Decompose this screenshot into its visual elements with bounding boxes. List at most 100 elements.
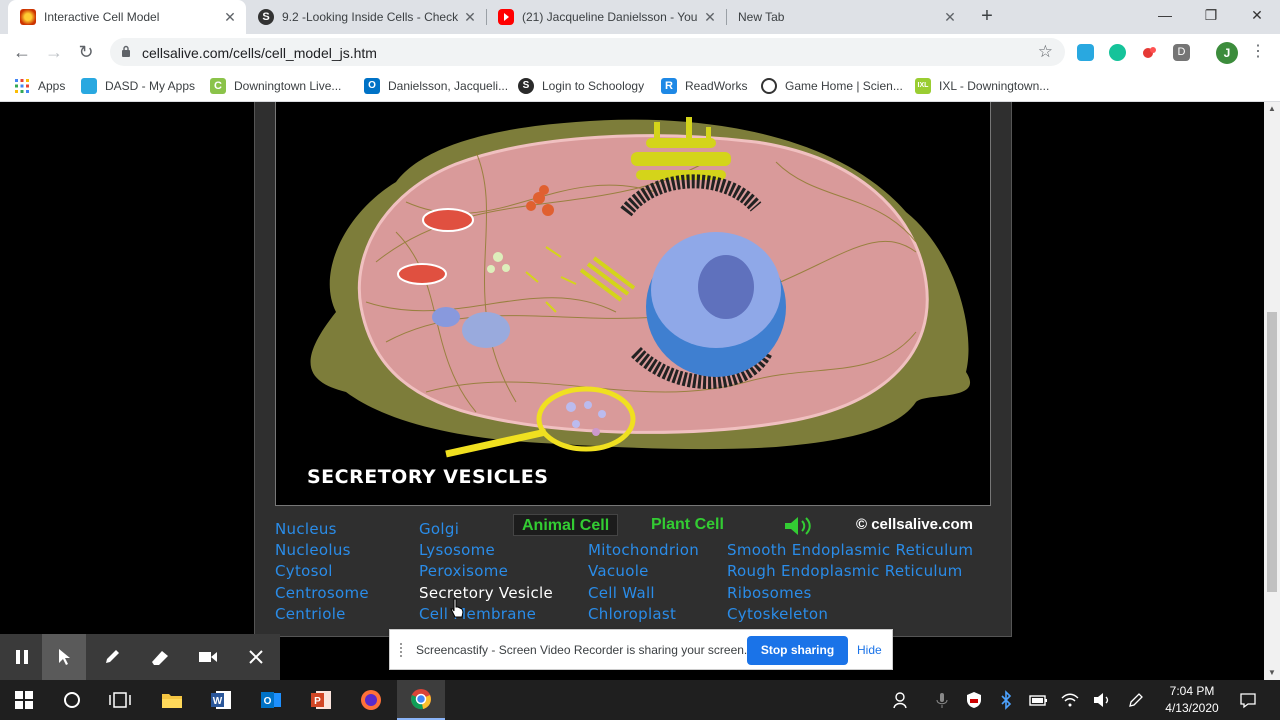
- new-tab-button[interactable]: +: [976, 5, 998, 27]
- tab-new-tab[interactable]: New Tab ✕: [726, 0, 966, 34]
- close-tab-icon[interactable]: ✕: [462, 9, 478, 26]
- pen-workspace-icon[interactable]: [1126, 690, 1146, 710]
- close-window-button[interactable]: ✕: [1234, 0, 1280, 32]
- tab-youtube[interactable]: (21) Jacqueline Danielsson - You ✕: [486, 0, 726, 34]
- apps-grid-icon: [14, 78, 30, 94]
- link-golgi[interactable]: Golgi: [419, 520, 459, 538]
- close-tab-icon[interactable]: ✕: [702, 9, 718, 26]
- link-nucleus[interactable]: Nucleus: [275, 520, 337, 538]
- cortana-circle-icon: [64, 692, 80, 708]
- bookmark-game-home[interactable]: Game Home | Scien...: [761, 76, 903, 96]
- d-extension-icon[interactable]: D: [1173, 44, 1190, 61]
- scroll-up-arrow-icon[interactable]: ▲: [1267, 104, 1277, 113]
- action-center-icon[interactable]: [1238, 690, 1258, 710]
- close-tab-icon[interactable]: ✕: [222, 9, 238, 26]
- lock-icon: [122, 45, 130, 57]
- stop-sharing-button[interactable]: Stop sharing: [747, 636, 848, 665]
- start-button[interactable]: [0, 680, 48, 720]
- address-bar[interactable]: cellsalive.com/cells/cell_model_js.htm ☆: [110, 38, 1065, 66]
- link-centriole[interactable]: Centriole: [275, 605, 346, 623]
- system-clock[interactable]: 7:04 PM 4/13/2020: [1156, 683, 1228, 717]
- link-lysosome[interactable]: Lysosome: [419, 541, 495, 559]
- cloud-extension-icon[interactable]: [1077, 44, 1094, 61]
- bookmark-star-icon[interactable]: ☆: [1038, 42, 1053, 62]
- bookmark-outlook-danielsson[interactable]: O Danielsson, Jacqueli...: [364, 76, 508, 96]
- close-tab-icon[interactable]: ✕: [942, 9, 958, 26]
- link-smooth-er[interactable]: Smooth Endoplasmic Reticulum: [727, 541, 973, 559]
- pen-tool-button[interactable]: [90, 634, 134, 680]
- link-nucleolus[interactable]: Nucleolus: [275, 541, 351, 559]
- webcam-button[interactable]: [186, 634, 230, 680]
- link-cell-membrane[interactable]: Cell Membrane: [419, 605, 536, 623]
- close-toolbar-button[interactable]: [234, 634, 278, 680]
- hide-button[interactable]: Hide: [857, 643, 882, 657]
- bookmark-label: Apps: [38, 79, 66, 93]
- page-scrollbar[interactable]: ▲ ▼: [1264, 102, 1280, 680]
- reload-button[interactable]: ↻: [74, 40, 98, 64]
- target-icon: [761, 78, 777, 94]
- volume-icon[interactable]: [1092, 690, 1112, 710]
- bookmark-readworks[interactable]: R ReadWorks: [661, 76, 747, 96]
- youtube-favicon-icon: [498, 9, 514, 25]
- security-shield-icon[interactable]: [964, 690, 984, 710]
- link-mitochondrion[interactable]: Mitochondrion: [588, 541, 699, 559]
- back-button[interactable]: ←: [10, 40, 34, 64]
- link-vacuole[interactable]: Vacuole: [588, 562, 649, 580]
- svg-text:P: P: [314, 696, 321, 707]
- restore-button[interactable]: ❐: [1188, 0, 1234, 32]
- animal-cell-illustration: [310, 117, 971, 458]
- link-ribosomes[interactable]: Ribosomes: [727, 584, 812, 602]
- people-icon[interactable]: [892, 690, 912, 710]
- link-chloroplast[interactable]: Chloroplast: [588, 605, 676, 623]
- scroll-down-arrow-icon[interactable]: ▼: [1267, 668, 1277, 677]
- cursor-tool-button[interactable]: [42, 634, 86, 680]
- link-peroxisome[interactable]: Peroxisome: [419, 562, 508, 580]
- link-cytosol[interactable]: Cytosol: [275, 562, 333, 580]
- file-explorer-taskbar-button[interactable]: [148, 680, 196, 720]
- clock-date: 4/13/2020: [1165, 701, 1219, 715]
- tab-looking-inside-cells[interactable]: S 9.2 -Looking Inside Cells - Check ✕: [246, 0, 486, 34]
- profile-avatar[interactable]: J: [1216, 42, 1238, 64]
- bookmark-label: Login to Schoology: [542, 79, 645, 93]
- windows-taskbar: W O P 7:04 PM 4/13/2020: [0, 680, 1280, 720]
- link-cytoskeleton[interactable]: Cytoskeleton: [727, 605, 828, 623]
- eraser-tool-button[interactable]: [138, 634, 182, 680]
- animal-cell-button[interactable]: Animal Cell: [513, 514, 619, 536]
- tab-interactive-cell-model[interactable]: Interactive Cell Model ✕: [8, 0, 246, 34]
- link-centrosome[interactable]: Centrosome: [275, 584, 369, 602]
- link-secretory-vesicle[interactable]: Secretory Vesicle: [419, 584, 553, 602]
- chrome-taskbar-button[interactable]: [397, 680, 445, 720]
- bookmark-schoology[interactable]: S Login to Schoology: [518, 76, 644, 96]
- task-view-button[interactable]: [96, 680, 144, 720]
- bookmark-apps[interactable]: Apps: [14, 76, 65, 96]
- cortana-search-button[interactable]: [48, 680, 96, 720]
- outlook-taskbar-button[interactable]: O: [247, 680, 295, 720]
- screen-sharing-notification: Screencastify - Screen Video Recorder is…: [389, 629, 893, 670]
- firefox-taskbar-button[interactable]: [347, 680, 395, 720]
- link-cell-wall[interactable]: Cell Wall: [588, 584, 655, 602]
- word-taskbar-button[interactable]: W: [197, 680, 245, 720]
- grammarly-extension-icon[interactable]: [1109, 44, 1126, 61]
- bookmark-label: Danielsson, Jacqueli...: [388, 79, 509, 93]
- sharing-message: Screencastify - Screen Video Recorder is…: [416, 643, 748, 657]
- microphone-icon[interactable]: [932, 690, 952, 710]
- powerpoint-taskbar-button[interactable]: P: [297, 680, 345, 720]
- plant-cell-button[interactable]: Plant Cell: [643, 514, 732, 536]
- battery-icon[interactable]: [1028, 690, 1048, 710]
- bookmark-ixl[interactable]: IXL IXL - Downingtown...: [915, 76, 1049, 96]
- scrollbar-thumb[interactable]: [1267, 312, 1277, 592]
- sound-toggle-icon[interactable]: [783, 515, 815, 537]
- screencastify-extension-icon[interactable]: [1141, 44, 1158, 61]
- pause-recording-button[interactable]: [0, 634, 44, 680]
- bookmark-downingtown-live[interactable]: C Downingtown Live...: [210, 76, 341, 96]
- cell-model-viewer[interactable]: SECRETORY VESICLES: [275, 102, 991, 506]
- minimize-button[interactable]: —: [1142, 0, 1188, 32]
- browser-menu-icon[interactable]: ⋮: [1250, 41, 1266, 63]
- firefox-icon: [361, 690, 381, 710]
- link-rough-er[interactable]: Rough Endoplasmic Reticulum: [727, 562, 963, 580]
- bluetooth-icon[interactable]: [996, 690, 1016, 710]
- drag-handle-icon[interactable]: [400, 643, 406, 657]
- wifi-icon[interactable]: [1060, 690, 1080, 710]
- bookmark-dasd-my-apps[interactable]: DASD - My Apps: [81, 76, 195, 96]
- forward-button[interactable]: →: [42, 40, 66, 64]
